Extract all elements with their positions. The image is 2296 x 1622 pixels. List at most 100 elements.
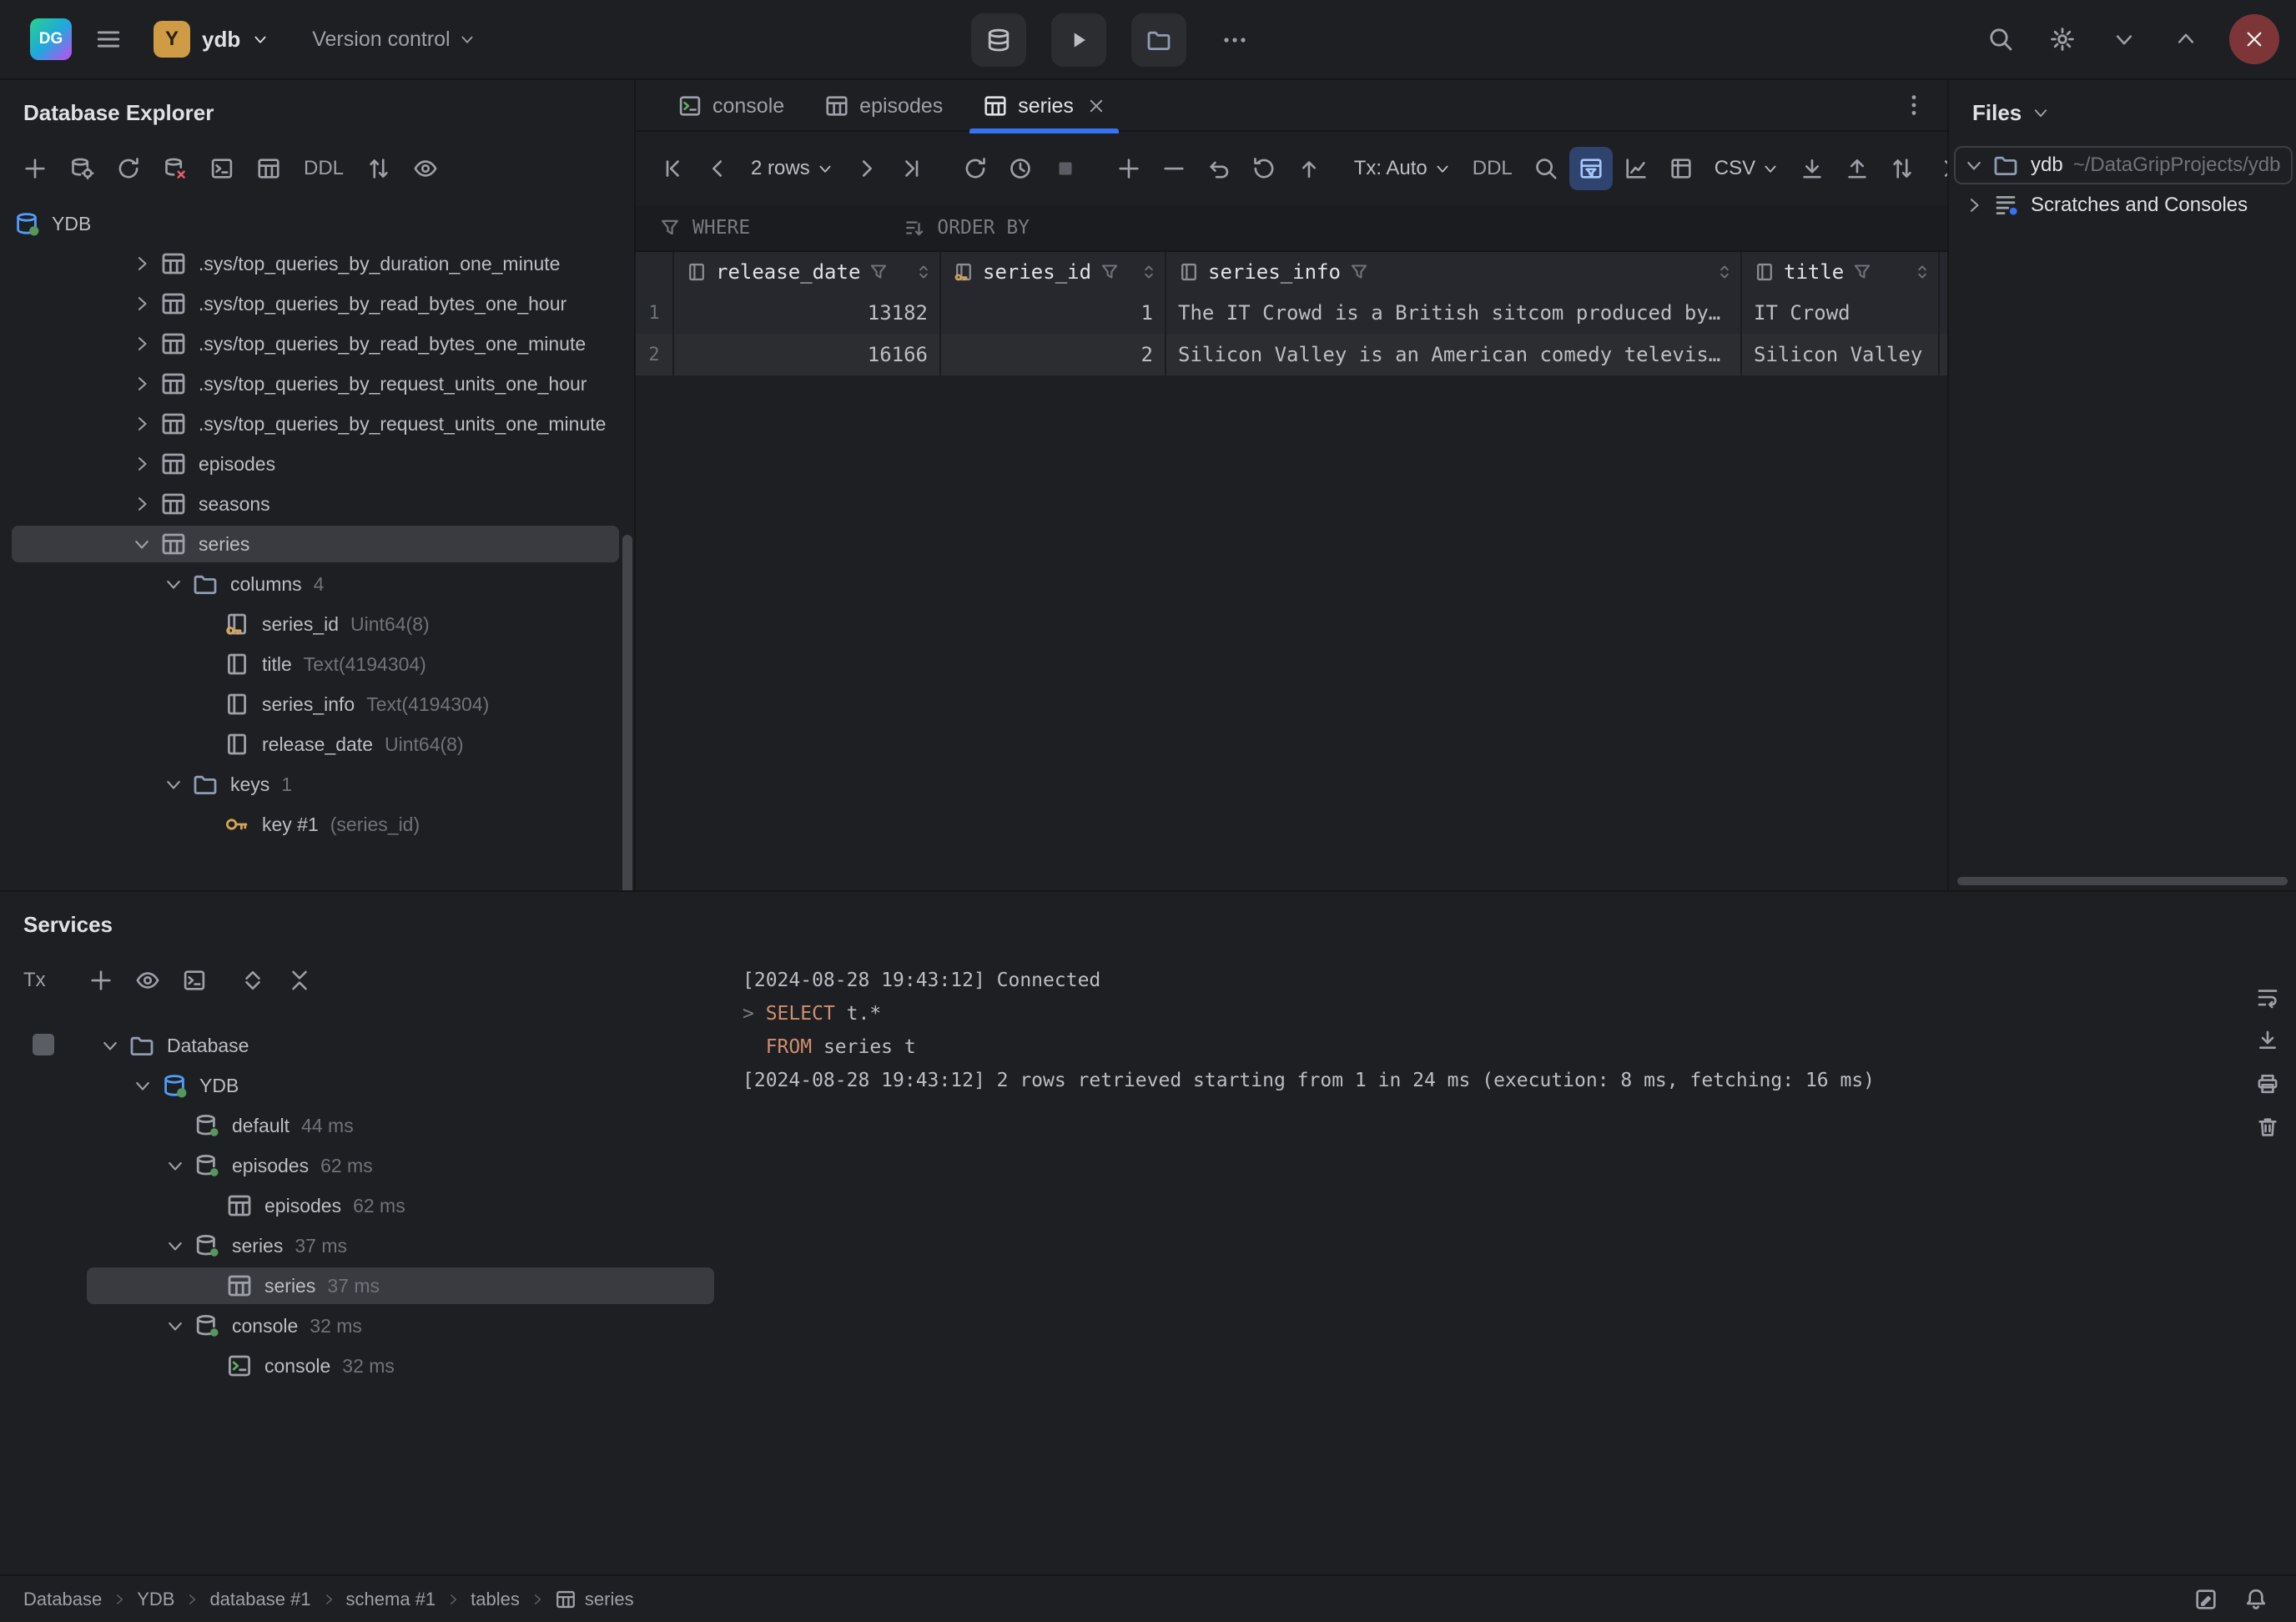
explorer-scrollbar[interactable] xyxy=(622,535,632,890)
expand-all-button[interactable] xyxy=(231,959,274,1002)
close-button[interactable] xyxy=(2229,14,2279,64)
chart-button[interactable] xyxy=(1614,147,1658,190)
chevron-right-icon[interactable] xyxy=(125,367,159,400)
refresh-button[interactable] xyxy=(107,147,150,190)
row-number[interactable]: 2 xyxy=(636,334,674,375)
filter-icon[interactable] xyxy=(1100,262,1120,282)
explorer-item-sys-top-queries-by-read-bytes-one-hour[interactable]: .sys/top_queries_by_read_bytes_one_hour xyxy=(0,284,634,324)
stop-button[interactable] xyxy=(1044,147,1087,190)
soft-wrap-button[interactable] xyxy=(2246,975,2289,1019)
explorer-item-keys[interactable]: keys1 xyxy=(0,764,634,804)
transaction-mode-dropdown[interactable]: Tx: Auto xyxy=(1344,147,1461,190)
toolbar-more-button[interactable] xyxy=(1927,147,1947,190)
database-tool-button[interactable] xyxy=(971,13,1026,67)
sort-icon[interactable] xyxy=(1715,263,1734,281)
view-ddl-button[interactable]: DDL xyxy=(1463,147,1523,190)
chevron-down-icon[interactable] xyxy=(2032,103,2050,122)
chevron-down-icon[interactable] xyxy=(157,768,190,801)
chevron-right-icon[interactable] xyxy=(125,487,159,521)
add-button[interactable] xyxy=(13,147,57,190)
explorer-item-sys-top-queries-by-request-units-one-minute[interactable]: .sys/top_queries_by_request_units_one_mi… xyxy=(0,404,634,444)
row-number[interactable]: 1 xyxy=(636,292,674,334)
chevron-down-icon[interactable] xyxy=(157,567,190,601)
submit-button[interactable] xyxy=(1287,147,1331,190)
explorer-item-series-info[interactable]: series_infoText(4194304) xyxy=(0,684,634,724)
files-scrollbar[interactable] xyxy=(1957,877,2288,885)
tab-console[interactable]: console xyxy=(657,80,804,132)
service-item-console[interactable]: console32 ms xyxy=(87,1306,733,1346)
print-button[interactable] xyxy=(2246,1062,2289,1106)
service-item-series[interactable]: series37 ms xyxy=(87,1266,733,1306)
add-service-button[interactable] xyxy=(79,959,123,1002)
files-item-scratches-and-consoles[interactable]: Scratches and Consoles xyxy=(1949,185,2296,225)
cell-title[interactable]: Silicon Valley xyxy=(1742,334,1940,375)
chevron-right-icon[interactable] xyxy=(125,407,159,441)
breadcrumb-series[interactable]: series xyxy=(555,1589,634,1610)
cell-series-info[interactable]: Silicon Valley is an American comedy tel… xyxy=(1166,334,1742,375)
cell-series-info[interactable]: The IT Crowd is a British sitcom produce… xyxy=(1166,292,1742,334)
chevron-right-icon[interactable] xyxy=(125,247,159,280)
service-item-episodes[interactable]: episodes62 ms xyxy=(87,1146,733,1186)
previous-page-button[interactable] xyxy=(696,147,739,190)
explorer-item-sys-top-queries-by-read-bytes-one-minute[interactable]: .sys/top_queries_by_read_bytes_one_minut… xyxy=(0,324,634,364)
preview-button[interactable] xyxy=(126,959,169,1002)
data-source-properties-button[interactable] xyxy=(60,147,103,190)
chevron-down-icon[interactable] xyxy=(159,1309,192,1342)
version-control-button[interactable]: Version control xyxy=(312,28,475,52)
collapse-all-button[interactable] xyxy=(278,959,321,1002)
explorer-item-sys-top-queries-by-request-units-one-hour[interactable]: .sys/top_queries_by_request_units_one_ho… xyxy=(0,364,634,404)
undo-button[interactable] xyxy=(1197,147,1241,190)
explorer-item-ydb[interactable]: YDB xyxy=(0,204,634,244)
breadcrumb-database-1[interactable]: database #1 xyxy=(209,1589,310,1610)
explorer-item-sys-top-queries-by-duration-one-minute[interactable]: .sys/top_queries_by_duration_one_minute xyxy=(0,244,634,284)
explorer-item-title[interactable]: titleText(4194304) xyxy=(0,644,634,684)
service-item-series[interactable]: series37 ms xyxy=(87,1226,733,1266)
cell-series-id[interactable]: 1 xyxy=(941,292,1166,334)
service-item-database[interactable]: Database xyxy=(87,1025,733,1065)
service-item-console[interactable]: console32 ms xyxy=(87,1346,733,1386)
preview-button[interactable] xyxy=(404,147,447,190)
chevron-down-icon[interactable] xyxy=(126,1069,159,1102)
cell-release-date[interactable]: 13182 xyxy=(674,292,941,334)
filter-icon[interactable] xyxy=(1349,262,1369,282)
search-button[interactable] xyxy=(1977,16,2024,63)
where-clause-field[interactable]: WHERE xyxy=(692,217,750,239)
chevron-right-icon[interactable] xyxy=(1957,189,1991,222)
chevron-down-icon[interactable] xyxy=(125,527,159,561)
last-page-button[interactable] xyxy=(890,147,934,190)
ddl-button[interactable]: DDL xyxy=(294,147,354,190)
page-size-dropdown[interactable]: 2 rows xyxy=(741,147,843,190)
chevron-right-icon[interactable] xyxy=(125,447,159,481)
files-item-ydb[interactable]: ydb~/DataGripProjects/ydb xyxy=(1949,145,2296,185)
order-by-field[interactable]: ORDER BY xyxy=(937,217,1030,239)
chevron-down-icon[interactable] xyxy=(1957,149,1991,182)
open-console-button[interactable] xyxy=(173,959,216,1002)
scroll-to-end-button[interactable] xyxy=(2246,1019,2289,1062)
notifications-button[interactable] xyxy=(2234,1578,2278,1621)
filter-toggle-button[interactable] xyxy=(1569,147,1613,190)
export-format-dropdown[interactable]: CSV xyxy=(1704,147,1789,190)
project-files-button[interactable] xyxy=(1131,13,1186,67)
chevron-down-button[interactable] xyxy=(2101,16,2147,63)
explorer-item-episodes[interactable]: episodes xyxy=(0,444,634,484)
filter-icon[interactable] xyxy=(869,262,889,282)
service-item-default[interactable]: default44 ms xyxy=(87,1106,733,1146)
service-item-ydb[interactable]: YDB xyxy=(87,1065,733,1106)
explorer-item-release-date[interactable]: release_dateUint64(8) xyxy=(0,724,634,764)
sort-icon[interactable] xyxy=(914,263,933,281)
tx-button[interactable]: Tx xyxy=(13,959,56,1002)
service-item-episodes[interactable]: episodes62 ms xyxy=(87,1186,733,1226)
compare-button[interactable] xyxy=(1881,147,1924,190)
explorer-item-columns[interactable]: columns4 xyxy=(0,564,634,604)
sort-icon[interactable] xyxy=(1140,263,1158,281)
breadcrumb-tables[interactable]: tables xyxy=(471,1589,520,1610)
tab-options-button[interactable] xyxy=(1892,83,1936,127)
transpose-button[interactable] xyxy=(1659,147,1703,190)
chevron-right-icon[interactable] xyxy=(125,287,159,320)
more-actions-button[interactable] xyxy=(1211,17,1258,63)
breadcrumb-database[interactable]: Database xyxy=(23,1589,102,1610)
diff-button[interactable] xyxy=(357,147,400,190)
chevron-right-icon[interactable] xyxy=(125,327,159,360)
explorer-item-series-id[interactable]: series_idUint64(8) xyxy=(0,604,634,644)
chevron-up-button[interactable] xyxy=(2163,16,2209,63)
